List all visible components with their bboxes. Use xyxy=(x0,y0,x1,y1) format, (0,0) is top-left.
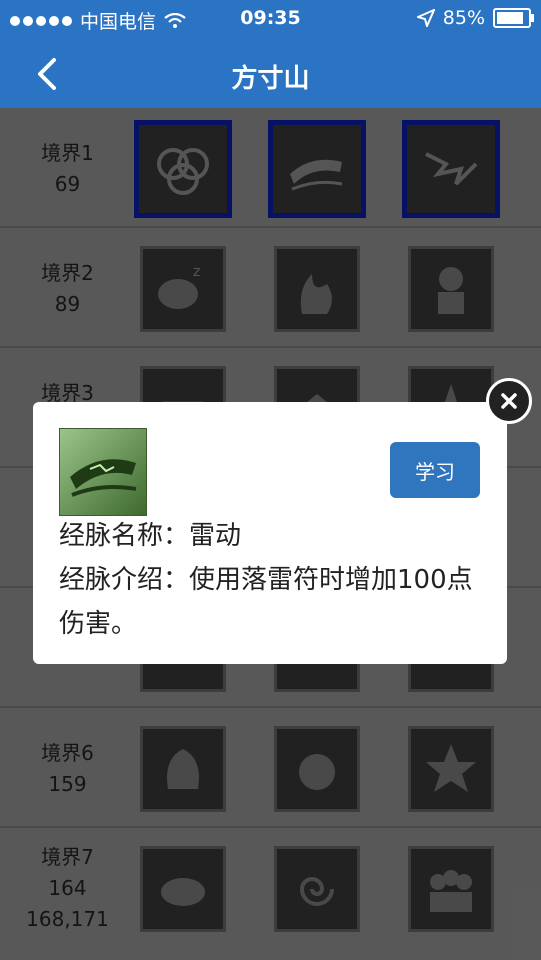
page-title: 方寸山 xyxy=(231,64,310,94)
skill-thumbnail xyxy=(59,428,147,516)
location-arrow-icon xyxy=(416,9,435,27)
skill-name: 经脉名称：雷动 xyxy=(59,521,242,551)
nav-bar: 方寸山 xyxy=(0,38,541,108)
status-right: 85% xyxy=(416,7,534,29)
skill-detail-modal: 学习 经脉名称：雷动 经脉介绍：使用落雷符时增加100点伤害。 xyxy=(33,402,507,664)
skill-info: 经脉名称：雷动 经脉介绍：使用落雷符时增加100点伤害。 xyxy=(59,514,489,646)
learn-button[interactable]: 学习 xyxy=(390,442,480,498)
close-icon xyxy=(501,393,517,409)
battery-percent: 85% xyxy=(442,7,485,29)
status-bar: 中国电信 09:35 85% xyxy=(0,0,541,38)
battery-icon xyxy=(493,8,534,28)
skill-description: 经脉介绍：使用落雷符时增加100点伤害。 xyxy=(59,565,473,639)
close-button[interactable] xyxy=(486,378,532,424)
scroll-icon xyxy=(70,459,137,497)
